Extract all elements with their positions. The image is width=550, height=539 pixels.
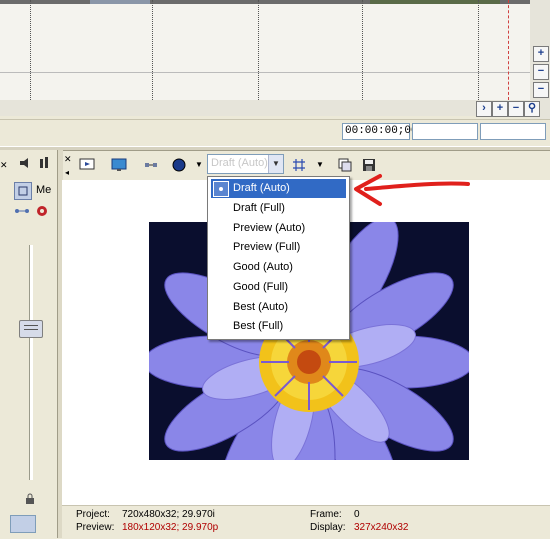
gear-icon[interactable] xyxy=(34,203,50,219)
menu-item-draft-auto[interactable]: Draft (Auto) xyxy=(211,179,346,198)
split-icon[interactable] xyxy=(142,156,160,174)
preview-quality-menu: Draft (Auto) Draft (Full) Preview (Auto)… xyxy=(207,176,350,340)
overlay-icon[interactable] xyxy=(170,156,188,174)
timecode-row: 00:00:00;00 xyxy=(0,119,550,144)
arrow-right-icon[interactable]: › xyxy=(476,101,492,117)
menu-item-label: Draft (Full) xyxy=(233,202,285,214)
timecode-field[interactable] xyxy=(412,123,478,140)
timeline-ruler-line xyxy=(0,72,530,73)
menu-item-label: Good (Full) xyxy=(233,281,289,293)
menu-item-best-full[interactable]: Best (Full) xyxy=(211,317,346,336)
minus-icon[interactable]: − xyxy=(533,64,549,80)
plus-icon[interactable]: + xyxy=(492,101,508,117)
menu-item-good-auto[interactable]: Good (Auto) xyxy=(211,258,346,277)
menu-item-best-auto[interactable]: Best (Auto) xyxy=(211,298,346,317)
preview-status-bar: Project: 720x480x32; 29.970i Preview: 18… xyxy=(62,505,550,539)
chevron-down-icon[interactable]: ▼ xyxy=(316,160,324,169)
close-icon[interactable]: ✕ xyxy=(0,160,10,170)
radio-check-icon xyxy=(213,181,229,197)
menu-item-label: Best (Full) xyxy=(233,320,284,332)
display-label: Display: xyxy=(310,522,346,533)
mixer-icon[interactable] xyxy=(38,156,52,170)
chevron-down-icon[interactable]: ▼ xyxy=(268,155,283,173)
menu-item-label: Best (Auto) xyxy=(233,301,289,313)
preview-value: 180x120x32; 29.970p xyxy=(122,522,219,533)
timeline-area[interactable] xyxy=(0,0,530,100)
volume-slider-track[interactable] xyxy=(29,245,33,480)
preview-label: Preview: xyxy=(76,522,115,533)
menu-item-label: Preview (Auto) xyxy=(233,222,306,234)
display-value: 327x240x32 xyxy=(354,522,409,533)
timecode-display[interactable]: 00:00:00;00 xyxy=(342,123,418,140)
meter-button[interactable] xyxy=(10,515,36,533)
minus-icon[interactable]: − xyxy=(533,82,549,98)
routing-icon[interactable] xyxy=(14,204,30,218)
close-icon[interactable]: ✕ xyxy=(64,154,72,165)
chevron-down-icon[interactable]: ▼ xyxy=(195,160,203,169)
clip-strip[interactable] xyxy=(0,0,530,4)
minus-icon[interactable]: − xyxy=(508,101,524,117)
plus-icon[interactable]: + xyxy=(533,46,549,62)
timeline-horizontal-scrollbar[interactable]: › + − ⚲ xyxy=(0,100,540,117)
menu-item-label: Preview (Full) xyxy=(233,241,301,253)
external-monitor-icon[interactable] xyxy=(78,156,96,174)
menu-item-draft-full[interactable]: Draft (Full) xyxy=(211,199,346,218)
preview-quality-value: Draft (Auto) xyxy=(211,157,268,169)
lock-icon[interactable] xyxy=(24,493,36,505)
annotation-arrow-icon xyxy=(354,174,470,206)
collapse-icon[interactable]: ◂ xyxy=(65,168,69,177)
mixer-tab-label[interactable]: Me xyxy=(36,184,51,196)
insert-icon[interactable] xyxy=(14,182,32,200)
monitor-icon[interactable] xyxy=(110,156,128,174)
playhead-marker[interactable] xyxy=(508,0,509,100)
volume-slider-thumb[interactable] xyxy=(19,320,43,338)
menu-item-label: Draft (Auto) xyxy=(233,182,290,194)
frame-value: 0 xyxy=(354,509,360,520)
project-value: 720x480x32; 29.970i xyxy=(122,509,215,520)
menu-item-good-full[interactable]: Good (Full) xyxy=(211,278,346,297)
menu-item-preview-auto[interactable]: Preview (Auto) xyxy=(211,219,346,238)
speaker-icon[interactable] xyxy=(18,156,32,170)
frame-label: Frame: xyxy=(310,509,342,520)
timecode-field[interactable] xyxy=(480,123,546,140)
grid-icon[interactable] xyxy=(290,156,308,174)
zoom-icon[interactable]: ⚲ xyxy=(524,101,540,117)
menu-item-preview-full[interactable]: Preview (Full) xyxy=(211,238,346,257)
menu-item-label: Good (Auto) xyxy=(233,261,293,273)
project-label: Project: xyxy=(76,509,110,520)
preview-quality-combo[interactable]: Draft (Auto) ▼ xyxy=(207,154,284,174)
